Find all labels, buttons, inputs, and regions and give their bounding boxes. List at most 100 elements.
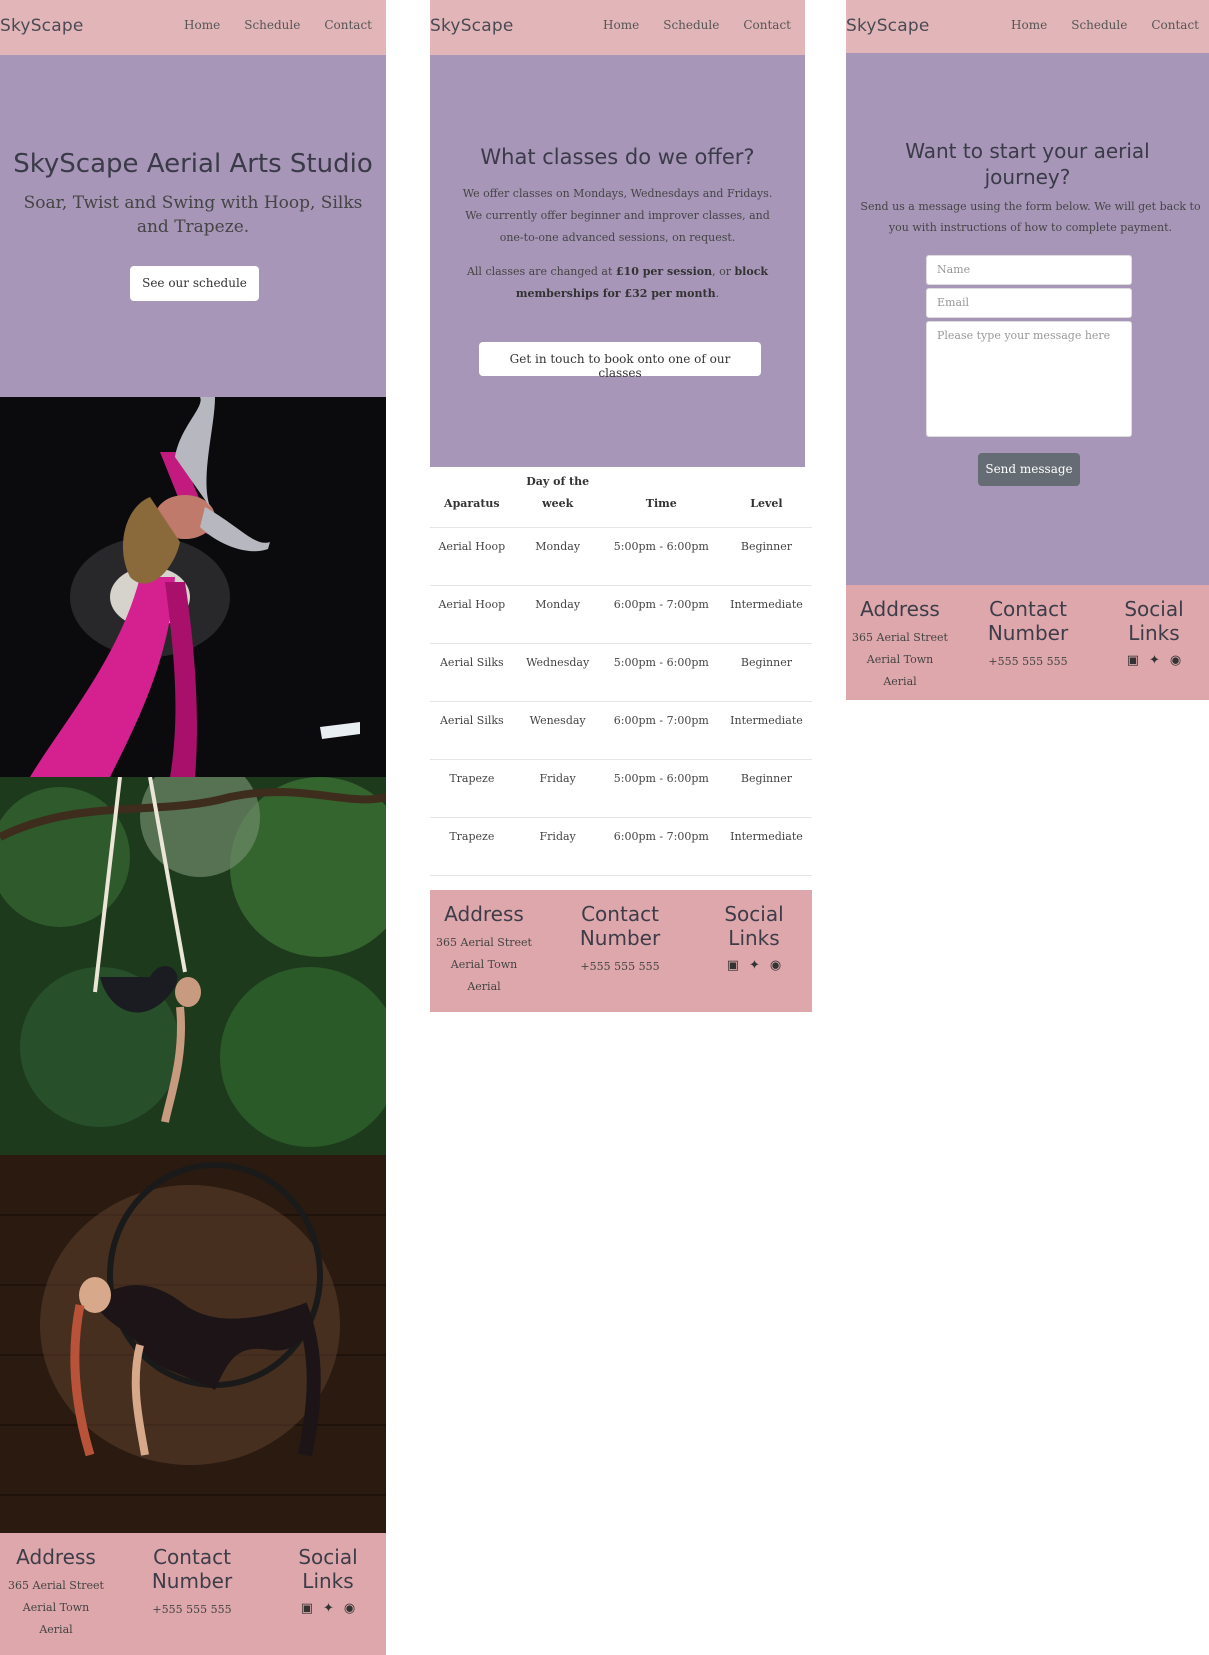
- footer-address-heading: Address: [16, 1545, 96, 1569]
- footer: Address 365 Aerial Street Aerial Town Ae…: [0, 1533, 386, 1655]
- nav-schedule[interactable]: Schedule: [1071, 18, 1127, 32]
- footer-contact: Contact Number +555 555 555: [970, 597, 1086, 673]
- brand-logo[interactable]: SkyScape: [846, 16, 930, 36]
- page-title: SkyScape Aerial Arts Studio: [13, 149, 373, 179]
- schedule-table: Aparatus Day of the week Time Level Aeri…: [430, 467, 812, 876]
- aerial-silks-photo: [0, 397, 386, 777]
- table-cell: Friday: [513, 817, 602, 876]
- table-cell: Intermediate: [720, 585, 812, 644]
- twitter-icon[interactable]: ✦: [749, 958, 760, 973]
- table-cell: 6:00pm - 7:00pm: [601, 817, 721, 876]
- table-cell: 5:00pm - 6:00pm: [601, 527, 721, 586]
- price-session: £10 per session: [615, 265, 713, 278]
- table-cell: Intermediate: [720, 817, 812, 876]
- column-header: Time: [645, 497, 677, 510]
- brand-logo[interactable]: SkyScape: [0, 16, 84, 36]
- facebook-icon[interactable]: ▣: [301, 1601, 313, 1616]
- footer-contact: Contact Number +555 555 555: [132, 1545, 252, 1621]
- table-cell: 5:00pm - 6:00pm: [601, 643, 721, 702]
- navbar: SkyScape Home Schedule Contact: [846, 0, 1209, 53]
- address-line: Aerial: [39, 1623, 73, 1636]
- table-row: Aerial Silks Wednesday 5:00pm - 6:00pm B…: [430, 643, 812, 702]
- table-cell: Aerial Silks: [430, 643, 514, 702]
- footer-address: Address 365 Aerial Street Aerial Town Ae…: [430, 902, 538, 998]
- table-row: Aerial Silks Wenesday 6:00pm - 7:00pm In…: [430, 701, 812, 760]
- footer-social-heading: Social Links: [724, 902, 784, 950]
- table-cell: 6:00pm - 7:00pm: [601, 701, 721, 760]
- phone-number: +555 555 555: [580, 960, 660, 973]
- table-cell: Trapeze: [430, 817, 514, 876]
- hero-section: SkyScape Aerial Arts Studio Soar, Twist …: [0, 55, 386, 397]
- table-cell: 6:00pm - 7:00pm: [601, 585, 721, 644]
- table-cell: Beginner: [720, 643, 812, 702]
- column-header: Level: [750, 497, 783, 510]
- navbar: SkyScape Home Schedule Contact: [0, 0, 386, 55]
- schedule-page: SkyScape Home Schedule Contact What clas…: [430, 0, 812, 1015]
- footer-contact-heading: Contact Number: [151, 1545, 233, 1593]
- aerial-hoop-photo: [0, 1155, 386, 1533]
- nav-links: Home Schedule Contact: [603, 18, 791, 32]
- name-field[interactable]: Name: [926, 255, 1132, 285]
- table-row: Trapeze Friday 6:00pm - 7:00pm Intermedi…: [430, 817, 812, 876]
- nav-home[interactable]: Home: [1011, 18, 1047, 32]
- footer-address: Address 365 Aerial Street Aerial Town Ae…: [0, 1545, 112, 1641]
- nav-home[interactable]: Home: [184, 18, 220, 32]
- address-line: 365 Aerial Street: [436, 936, 532, 949]
- instagram-icon[interactable]: ◉: [1170, 653, 1181, 668]
- instagram-icon[interactable]: ◉: [770, 958, 781, 973]
- table-cell: Wednesday: [513, 643, 602, 702]
- table-cell: Beginner: [720, 527, 812, 586]
- contact-page: SkyScape Home Schedule Contact Want to s…: [846, 0, 1209, 700]
- message-textarea[interactable]: Please type your message here: [926, 321, 1132, 437]
- nav-schedule[interactable]: Schedule: [663, 18, 719, 32]
- nav-contact[interactable]: Contact: [324, 18, 372, 32]
- nav-contact[interactable]: Contact: [1151, 18, 1199, 32]
- table-cell: Monday: [513, 527, 602, 586]
- email-field[interactable]: Email: [926, 288, 1132, 318]
- table-cell: Intermediate: [720, 701, 812, 760]
- classes-heading: What classes do we offer?: [480, 145, 755, 169]
- nav-contact[interactable]: Contact: [743, 18, 791, 32]
- footer-contact-heading: Contact Number: [579, 902, 661, 950]
- phone-number: +555 555 555: [988, 655, 1068, 668]
- table-cell: Monday: [513, 585, 602, 644]
- facebook-icon[interactable]: ▣: [727, 958, 739, 973]
- table-cell: Wenesday: [513, 701, 602, 760]
- table-cell: 5:00pm - 6:00pm: [601, 759, 721, 818]
- footer-contact-heading: Contact Number: [987, 597, 1069, 645]
- address-line: Aerial: [883, 675, 917, 688]
- book-class-button[interactable]: Get in touch to book onto one of our cla…: [479, 342, 761, 380]
- table-row: Aerial Hoop Monday 5:00pm - 6:00pm Begin…: [430, 527, 812, 586]
- nav-schedule[interactable]: Schedule: [244, 18, 300, 32]
- footer-social-heading: Social Links: [1124, 597, 1184, 645]
- table-header-row: Aparatus Day of the week Time Level: [430, 467, 812, 528]
- phone-number: +555 555 555: [152, 1603, 232, 1616]
- footer-address: Address 365 Aerial Street Aerial Town Ae…: [846, 597, 954, 693]
- footer-social-heading: Social Links: [298, 1545, 358, 1593]
- pricing-text: All classes are changed at £10 per sessi…: [466, 265, 769, 300]
- see-schedule-button[interactable]: See our schedule: [130, 266, 259, 301]
- brand-logo[interactable]: SkyScape: [430, 16, 514, 36]
- address-line: 365 Aerial Street: [8, 1579, 104, 1592]
- twitter-icon[interactable]: ✦: [1149, 653, 1160, 668]
- column-header: Day of the week: [526, 475, 590, 510]
- facebook-icon[interactable]: ▣: [1127, 653, 1139, 668]
- home-page: SkyScape Home Schedule Contact SkyScape …: [0, 0, 386, 1655]
- table-row: Trapeze Friday 5:00pm - 6:00pm Beginner: [430, 759, 812, 818]
- send-message-button[interactable]: Send message: [978, 453, 1080, 486]
- aerial-rope-photo: [0, 777, 386, 1155]
- table-cell: Aerial Hoop: [430, 527, 514, 586]
- table-cell: Aerial Hoop: [430, 585, 514, 644]
- nav-links: Home Schedule Contact: [184, 18, 372, 32]
- table-cell: Beginner: [720, 759, 812, 818]
- address-line: Aerial Town: [22, 1601, 90, 1614]
- table-cell: Friday: [513, 759, 602, 818]
- instagram-icon[interactable]: ◉: [344, 1601, 355, 1616]
- table-row: Aerial Hoop Monday 6:00pm - 7:00pm Inter…: [430, 585, 812, 644]
- twitter-icon[interactable]: ✦: [323, 1601, 334, 1616]
- address-line: Aerial: [467, 980, 501, 993]
- address-line: Aerial Town: [450, 958, 518, 971]
- footer-address-heading: Address: [860, 597, 940, 621]
- footer: Address 365 Aerial Street Aerial Town Ae…: [846, 585, 1209, 700]
- nav-home[interactable]: Home: [603, 18, 639, 32]
